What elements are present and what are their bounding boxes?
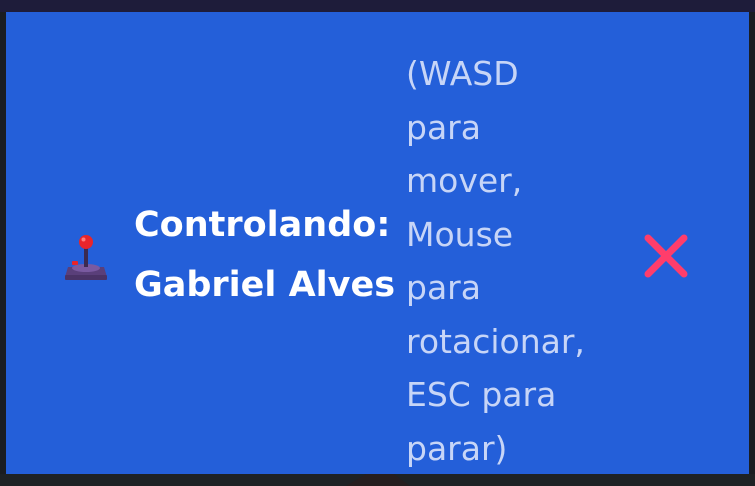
title-label: Controlando:: [134, 205, 391, 245]
hint-line: mover,: [406, 161, 523, 200]
control-title: Controlando: Gabriel Alves: [134, 195, 396, 315]
controlled-player-name: Gabriel Alves: [134, 265, 396, 305]
hint-line: parar): [406, 428, 508, 468]
close-button[interactable]: [638, 228, 694, 284]
hint-line: rotacionar,: [406, 321, 585, 361]
hint-line: ESC para: [406, 375, 557, 414]
hint-line: Mouse: [406, 214, 514, 254]
hint-line: para: [406, 107, 481, 147]
hint-line: (WASD: [406, 54, 519, 93]
hint-line: para: [406, 268, 481, 307]
close-icon: [644, 234, 688, 278]
joystick-icon: [62, 231, 110, 285]
control-banner: Controlando: Gabriel Alves (WASD para mo…: [6, 12, 749, 474]
backdrop-top-strip: [0, 0, 755, 12]
controls-hint: (WASD para mover, Mouse para rotacionar,…: [406, 47, 606, 475]
